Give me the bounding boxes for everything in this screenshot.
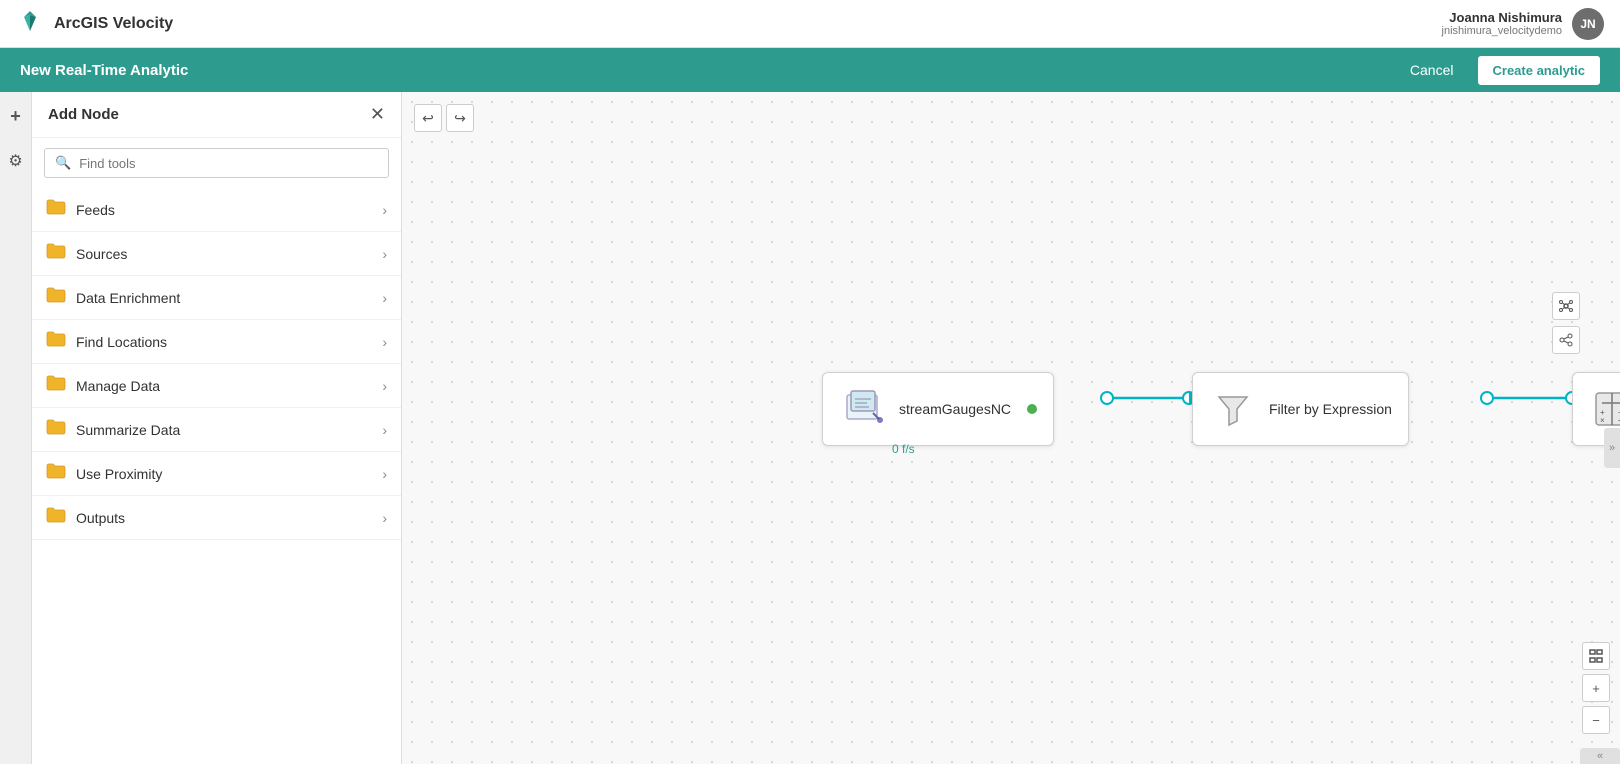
- nav-item-label-3: Find Locations: [76, 334, 167, 350]
- panel-header: Add Node ✕: [32, 92, 401, 138]
- nav-item-label-2: Data Enrichment: [76, 290, 180, 306]
- close-panel-button[interactable]: ✕: [370, 104, 385, 125]
- main-layout: + ⚙ Add Node ✕ 🔍 Feeds ›: [0, 92, 1620, 764]
- share-button[interactable]: [1552, 326, 1580, 354]
- left-panel: Add Node ✕ 🔍 Feeds ›: [32, 92, 402, 764]
- nav-chevron-icon-6: ›: [382, 466, 387, 482]
- analytic-title: New Real-Time Analytic: [20, 62, 188, 79]
- zoom-in-button[interactable]: +: [1582, 674, 1610, 702]
- nav-item-folder-icon-0: [46, 198, 66, 221]
- nav-item-find-locations[interactable]: Find Locations ›: [32, 320, 401, 364]
- nav-item-left-3: Find Locations: [46, 330, 167, 353]
- calc-node-icon: + − × ÷: [1589, 385, 1620, 433]
- nav-item-folder-icon-2: [46, 286, 66, 309]
- redo-button[interactable]: ↪: [446, 104, 474, 132]
- nav-chevron-icon-2: ›: [382, 290, 387, 306]
- user-name: Joanna Nishimura: [1442, 10, 1562, 25]
- nav-left: ArcGIS Velocity: [16, 7, 173, 41]
- nav-item-label-7: Outputs: [76, 510, 125, 526]
- nav-item-folder-icon-1: [46, 242, 66, 265]
- nav-item-folder-icon-6: [46, 462, 66, 485]
- user-username: jnishimura_velocitydemo: [1442, 25, 1562, 37]
- search-input[interactable]: [79, 156, 378, 171]
- user-info: Joanna Nishimura jnishimura_velocitydemo: [1442, 10, 1562, 37]
- right-collapse-handle[interactable]: »: [1604, 428, 1620, 468]
- svg-text:×: ×: [1600, 416, 1605, 425]
- nav-item-left-6: Use Proximity: [46, 462, 162, 485]
- source-node-icon: [839, 385, 887, 433]
- nav-item-label-4: Manage Data: [76, 378, 160, 394]
- source-rate: 0 f/s: [892, 442, 915, 456]
- search-box: 🔍: [44, 148, 389, 178]
- nav-item-left-1: Sources: [46, 242, 127, 265]
- panel-title: Add Node: [48, 106, 119, 123]
- filter-node-label: Filter by Expression: [1269, 401, 1392, 417]
- nav-item-outputs[interactable]: Outputs ›: [32, 496, 401, 540]
- app-title: ArcGIS Velocity: [54, 15, 173, 33]
- nav-item-left-5: Summarize Data: [46, 418, 180, 441]
- nav-item-label-5: Summarize Data: [76, 422, 180, 438]
- nav-chevron-icon-3: ›: [382, 334, 387, 350]
- source-status-dot: [1027, 404, 1037, 414]
- top-nav: ArcGIS Velocity Joanna Nishimura jnishim…: [0, 0, 1620, 48]
- app-logo-icon: [16, 7, 44, 41]
- nav-item-label-6: Use Proximity: [76, 466, 162, 482]
- nav-item-use-proximity[interactable]: Use Proximity ›: [32, 452, 401, 496]
- nav-chevron-icon-7: ›: [382, 510, 387, 526]
- zoom-toolbar: + −: [1582, 642, 1610, 734]
- user-avatar[interactable]: JN: [1572, 8, 1604, 40]
- nav-item-feeds[interactable]: Feeds ›: [32, 188, 401, 232]
- sub-header: New Real-Time Analytic Cancel Create ana…: [0, 48, 1620, 92]
- nav-chevron-icon-1: ›: [382, 246, 387, 262]
- nav-item-data-enrichment[interactable]: Data Enrichment ›: [32, 276, 401, 320]
- nav-chevron-icon-4: ›: [382, 378, 387, 394]
- nav-item-left-4: Manage Data: [46, 374, 160, 397]
- nav-item-label-0: Feeds: [76, 202, 115, 218]
- gear-icon[interactable]: ⚙: [4, 147, 26, 175]
- nav-item-left-2: Data Enrichment: [46, 286, 180, 309]
- nav-chevron-icon-5: ›: [382, 422, 387, 438]
- sub-header-actions: Cancel Create analytic: [1398, 56, 1600, 85]
- nav-item-folder-icon-3: [46, 330, 66, 353]
- nav-item-folder-icon-7: [46, 506, 66, 529]
- sidebar-toggle: + ⚙: [0, 92, 32, 764]
- bottom-collapse-handle[interactable]: «: [1580, 748, 1620, 764]
- nav-item-manage-data[interactable]: Manage Data ›: [32, 364, 401, 408]
- fit-view-button[interactable]: [1582, 642, 1610, 670]
- nav-item-left-7: Outputs: [46, 506, 125, 529]
- nav-item-summarize-data[interactable]: Summarize Data ›: [32, 408, 401, 452]
- nav-item-left-0: Feeds: [46, 198, 115, 221]
- nav-item-folder-icon-5: [46, 418, 66, 441]
- canvas-area: ↩ ↪: [402, 92, 1620, 764]
- nav-chevron-icon-0: ›: [382, 202, 387, 218]
- nav-item-sources[interactable]: Sources ›: [32, 232, 401, 276]
- search-icon: 🔍: [55, 155, 71, 171]
- filter-node[interactable]: Filter by Expression: [1192, 372, 1409, 446]
- node-network-button[interactable]: [1552, 292, 1580, 320]
- source-node[interactable]: streamGaugesNC: [822, 372, 1054, 446]
- zoom-out-button[interactable]: −: [1582, 706, 1610, 734]
- filter-node-icon: [1209, 385, 1257, 433]
- create-analytic-button[interactable]: Create analytic: [1478, 56, 1601, 85]
- add-node-icon[interactable]: +: [6, 102, 25, 131]
- cancel-button[interactable]: Cancel: [1398, 56, 1466, 84]
- nav-right: Joanna Nishimura jnishimura_velocitydemo…: [1442, 8, 1604, 40]
- canvas-toolbar: ↩ ↪: [414, 104, 474, 132]
- undo-button[interactable]: ↩: [414, 104, 442, 132]
- nav-item-label-1: Sources: [76, 246, 127, 262]
- nav-item-folder-icon-4: [46, 374, 66, 397]
- nav-list: Feeds › Sources › Data Enric: [32, 188, 401, 764]
- source-node-label: streamGaugesNC: [899, 401, 1011, 417]
- right-mini-toolbar: [1552, 292, 1580, 354]
